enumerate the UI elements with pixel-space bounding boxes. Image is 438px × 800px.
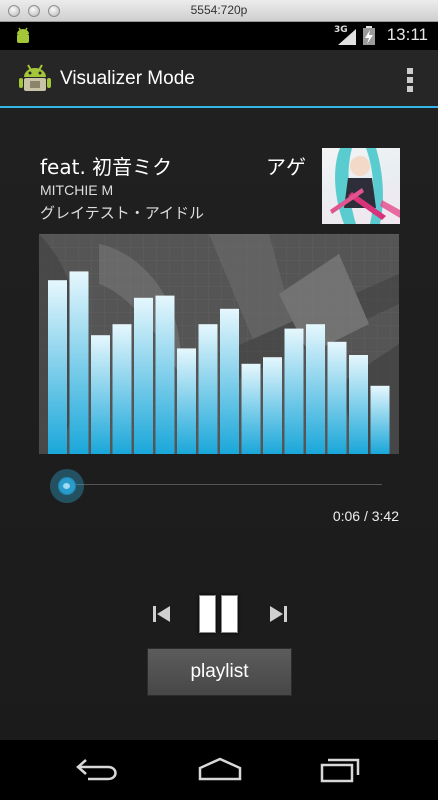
- playback-time: 0:06 / 3:42: [332, 508, 399, 524]
- track-title: feat. 初音ミク: [40, 155, 173, 179]
- pause-button[interactable]: [196, 595, 242, 635]
- visualizer-bar: [48, 280, 67, 454]
- android-app-icon[interactable]: [18, 62, 52, 96]
- window-title: 5554:720p: [190, 3, 248, 17]
- battery-icon: [363, 26, 375, 45]
- track-title-continued: アゲ: [266, 155, 306, 179]
- audio-visualizer: [39, 234, 399, 454]
- window-titlebar: 5554:720p: [0, 0, 438, 22]
- skip-next-icon[interactable]: [266, 598, 290, 630]
- seek-bar-track[interactable]: [66, 484, 382, 485]
- visualizer-bar: [349, 355, 368, 454]
- skip-previous-icon[interactable]: [150, 598, 174, 630]
- status-clock: 13:11: [386, 25, 428, 44]
- recents-icon[interactable]: [318, 754, 366, 784]
- action-bar: Visualizer Mode: [0, 50, 438, 108]
- visualizer-bar: [241, 363, 261, 454]
- visualizer-bar: [327, 341, 347, 454]
- visualizer-bar: [284, 328, 304, 454]
- player-content: feat. 初音ミク アゲ MITCHIE M グレイテスト・アイドル 0:06…: [0, 108, 438, 740]
- visualizer-bar: [198, 324, 218, 454]
- signal-icon: [338, 29, 356, 45]
- navigation-bar: [0, 740, 438, 800]
- seek-bar-thumb[interactable]: [50, 469, 84, 503]
- back-icon[interactable]: [74, 754, 122, 784]
- playlist-button[interactable]: playlist: [147, 648, 292, 696]
- visualizer-canvas: [39, 234, 399, 454]
- visualizer-bar: [134, 297, 153, 454]
- visualizer-bar: [112, 324, 132, 454]
- visualizer-bar: [177, 348, 196, 454]
- visualizer-bar: [306, 324, 325, 454]
- android-notification-icon: [17, 27, 29, 43]
- pause-icon: [199, 595, 216, 633]
- album-art[interactable]: [322, 148, 400, 224]
- album-art-illustration: [330, 148, 400, 224]
- artist-name: MITCHIE M: [40, 182, 114, 198]
- overflow-menu-icon[interactable]: [406, 68, 414, 94]
- visualizer-bar: [220, 308, 239, 454]
- track-title-marquee: feat. 初音ミク アゲ: [40, 151, 316, 179]
- album-name: グレイテスト・アイドル: [40, 204, 204, 222]
- visualizer-bar: [370, 385, 390, 454]
- home-icon[interactable]: [196, 754, 244, 784]
- visualizer-bar: [155, 295, 175, 454]
- visualizer-bar: [263, 357, 282, 454]
- status-bar: 3G 13:11: [0, 22, 438, 50]
- visualizer-bar: [69, 271, 89, 454]
- app-title: Visualizer Mode: [60, 68, 195, 89]
- visualizer-bar: [91, 335, 110, 454]
